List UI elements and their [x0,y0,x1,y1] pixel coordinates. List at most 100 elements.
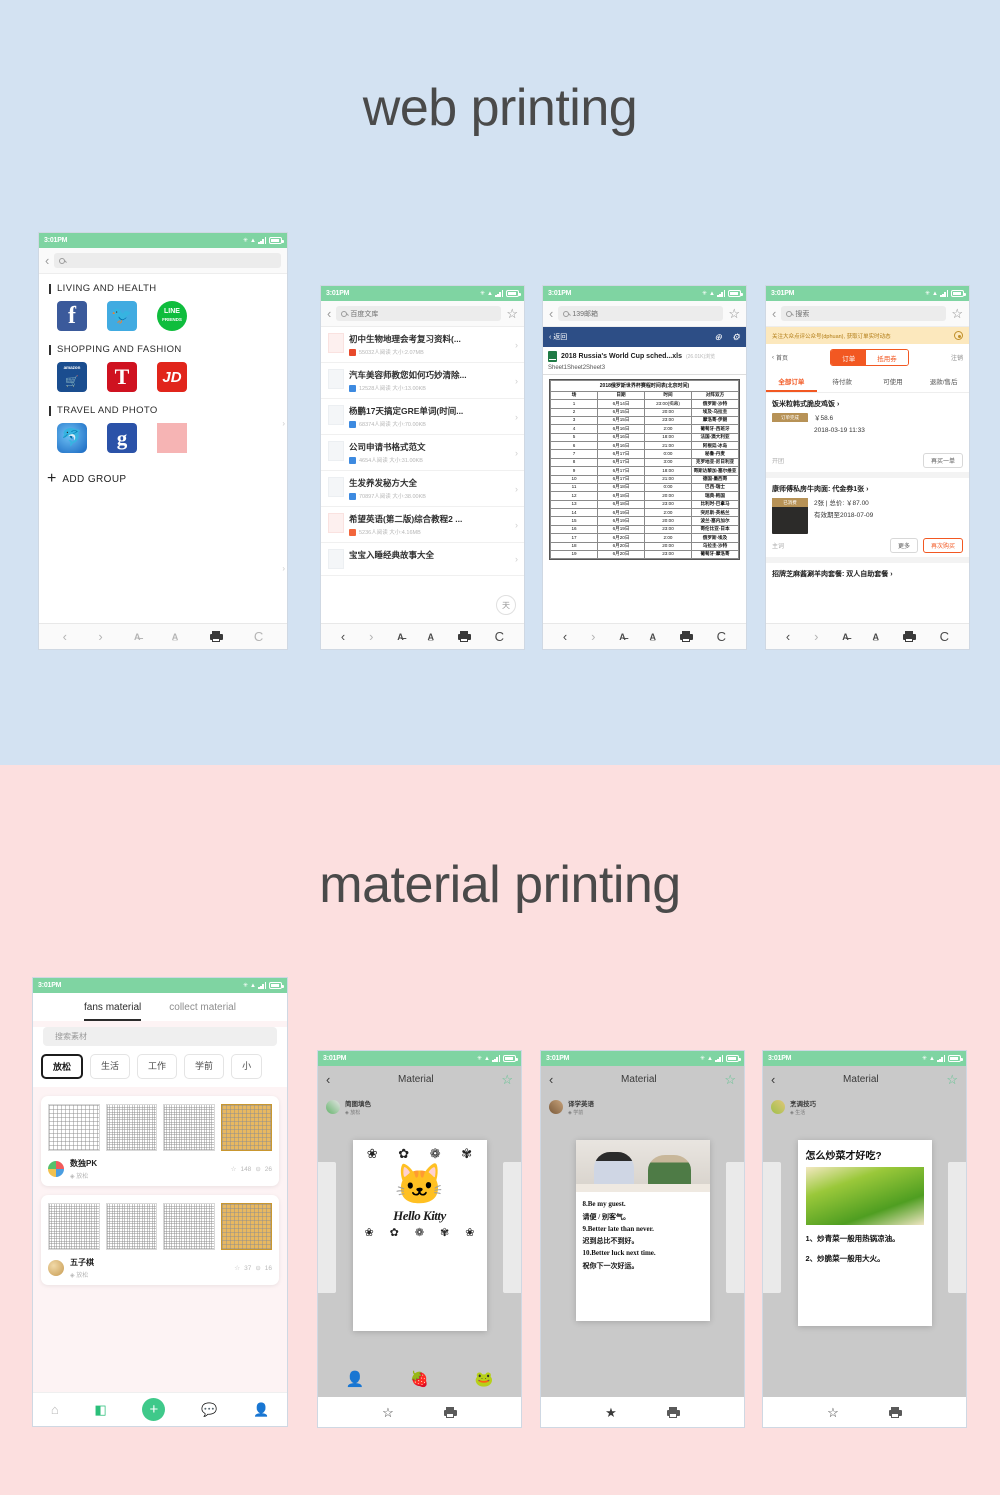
profile-icon[interactable]: 👤 [253,1403,269,1416]
sogou-icon[interactable]: 🐬 [57,423,87,453]
slide-current[interactable]: 8.Be my guest. 请便 / 别客气。 9.Better late t… [575,1140,710,1321]
font-increase-button[interactable]: A̲ [428,632,435,642]
float-action-button[interactable]: 天 [496,595,516,615]
list-item[interactable]: 汽车美容师教您如何巧妙清除... 12528人阅读 大小:13.00KB › [321,363,524,399]
tab-collect-material[interactable]: collect material [169,1002,236,1021]
back-chevron-icon[interactable]: ‹ [45,254,49,267]
forward-button[interactable]: › [814,630,818,643]
next-slide-preview[interactable] [947,1162,966,1294]
refresh-button[interactable]: C [254,630,263,643]
printer-icon[interactable] [209,631,223,642]
more-button[interactable]: 更多 [889,538,918,553]
material-search-input[interactable]: 搜索素材 [43,1027,277,1046]
back-button[interactable]: ‹ [563,630,567,643]
search-input[interactable] [54,253,281,268]
next-slide-preview[interactable] [502,1162,521,1294]
printer-icon[interactable] [888,1406,902,1418]
favorite-star-icon[interactable]: ☆ [724,1073,736,1086]
back-button[interactable]: ‹ [341,630,345,643]
logout-link[interactable]: 注销 [951,353,963,362]
facebook-icon[interactable]: f [57,301,87,331]
search-input[interactable]: 搜索 [781,306,947,321]
strawberry-icon[interactable]: 🍓 [410,1370,429,1388]
tmall-icon[interactable]: T [107,362,137,392]
refresh-button[interactable]: C [495,630,504,643]
printer-icon[interactable] [443,1406,457,1418]
segmented-control[interactable]: 订单 抵用券 [830,349,909,366]
chip-relax[interactable]: 放松 [41,1054,84,1079]
back-chevron-icon[interactable]: ‹ [772,307,776,320]
home-link[interactable]: ‹ 首页 [772,353,788,363]
list-item[interactable]: 公司申请书格式范文 4654人阅读 大小:31.00KB › [321,435,524,471]
chip-life[interactable]: 生活 [90,1054,131,1079]
order-card[interactable]: 康师傅私房牛肉面: 代金券1张 › 已消费 2张 | 总价: ￥87.00 有效… [766,478,969,563]
slide-current[interactable]: ❀ ✿ ❁ ✾ 🐱 Hello Kitty ❀ ✿ ❁ ✾ ❀ [352,1140,487,1332]
refresh-button[interactable]: C [717,630,726,643]
prev-slide-preview[interactable] [763,1162,782,1294]
tab-fans-material[interactable]: fans material [84,1002,142,1021]
search-input[interactable]: 139邮箱 [558,306,724,321]
promo-close-icon[interactable] [954,331,963,340]
chat-icon[interactable]: 💬 [201,1403,217,1416]
author-row[interactable]: 简图填色 ◈ 放松 [318,1093,521,1124]
prev-slide-preview[interactable] [318,1162,337,1294]
sheet-tabs[interactable]: Sheet1Sheet2Sheet3 [543,364,746,375]
printer-icon[interactable] [457,631,471,642]
chip-more[interactable]: 小 [231,1054,263,1079]
minion-icon[interactable]: 👤 [346,1370,365,1388]
printer-icon[interactable] [666,1406,680,1418]
segment-orders[interactable]: 订单 [831,350,867,365]
order-title[interactable]: 招牌芝麻酱涮羊肉套餐: 双人自助套餐 › [766,563,969,585]
back-chevron-icon[interactable]: ‹ [549,307,553,320]
font-decrease-button[interactable]: A̶ [619,632,626,642]
printer-icon[interactable] [679,631,693,642]
slide-current[interactable]: 怎么炒菜才好吃? 1、炒青菜一般用热锅凉油。 2、炒脆菜一般用大火。 [797,1140,932,1326]
download-icon[interactable]: ⊕ [714,332,722,343]
list-item[interactable]: 希望英语(第二版)综合教程2 ... 5236人阅读 大小:4.16MB › [321,507,524,543]
list-item[interactable]: 生发养发秘方大全 70897人阅读 大小:38.00KB › [321,471,524,507]
star-outline-icon[interactable]: ☆ [827,1406,839,1419]
chip-work[interactable]: 工作 [137,1054,178,1079]
line-friends-icon[interactable]: LINE FRIENDS [157,301,187,331]
bookmark-star-icon[interactable]: ☆ [728,307,740,320]
next-slide-preview[interactable] [725,1162,744,1294]
bookmark-star-icon[interactable]: ☆ [506,307,518,320]
author-row[interactable]: 烹调技巧 ◈ 生活 [763,1093,966,1124]
order-card[interactable]: 饭米粒韩式脆皮鸡饭 › 订单完成 ￥58.6 2018-03-19 11:33 … [766,393,969,478]
amazon-icon[interactable]: amazon 🛒 [57,362,87,392]
google-icon[interactable]: g [107,423,137,453]
printer-icon[interactable] [902,631,916,642]
font-decrease-button[interactable]: A̶ [134,632,141,642]
forward-button[interactable]: › [98,630,102,643]
grid-icon[interactable]: ◧ [94,1403,106,1416]
favorite-star-icon[interactable]: ☆ [946,1073,958,1086]
twitter-icon[interactable]: 🐦 [107,301,137,331]
forward-button[interactable]: › [591,630,595,643]
font-increase-button[interactable]: A̲ [650,632,657,642]
favorite-star-icon[interactable]: ☆ [501,1073,513,1086]
segment-coupons[interactable]: 抵用券 [866,350,908,365]
settings-icon[interactable]: ⚙ [732,332,740,343]
list-item[interactable]: 杨鹏17天搞定GRE单词(时间... 68374人阅读 大小:70.00KB › [321,399,524,435]
mail-back-button[interactable]: ‹ 返回 [549,332,567,342]
add-icon[interactable]: + [142,1398,166,1421]
rebuy-button[interactable]: 再次购买 [922,538,963,553]
list-item[interactable]: 初中生物地理会考复习资料(... 55032人阅读 大小:2.07MB › [321,327,524,363]
refresh-button[interactable]: C [940,630,949,643]
list-item[interactable]: 宝宝入睡经典故事大全 › [321,543,524,576]
bookmark-star-icon[interactable]: ☆ [951,307,963,320]
back-button[interactable]: ‹ [63,630,67,643]
material-card[interactable]: 数独PK ◈ 放松 ☆ 148 ⊝ 26 [41,1096,279,1186]
material-card[interactable]: 五子棋 ◈ 放松 ☆ 37 ⊝ 16 [41,1195,279,1285]
tab-refund[interactable]: 退款/售后 [918,371,969,392]
font-increase-button[interactable]: A̲ [873,632,880,642]
tab-unpaid[interactable]: 待付款 [817,371,868,392]
jd-icon[interactable]: JD [157,362,187,392]
attachment-row[interactable]: 2018 Russia's World Cup sched...xls (26.… [543,347,746,364]
tab-usable[interactable]: 可使用 [868,371,919,392]
back-button[interactable]: ‹ [786,630,790,643]
font-decrease-button[interactable]: A̶ [397,632,404,642]
author-row[interactable]: 译学英语 ◈ 学前 [541,1093,744,1124]
star-filled-icon[interactable]: ★ [605,1406,617,1419]
add-group-button[interactable]: + ADD GROUP [39,457,287,487]
